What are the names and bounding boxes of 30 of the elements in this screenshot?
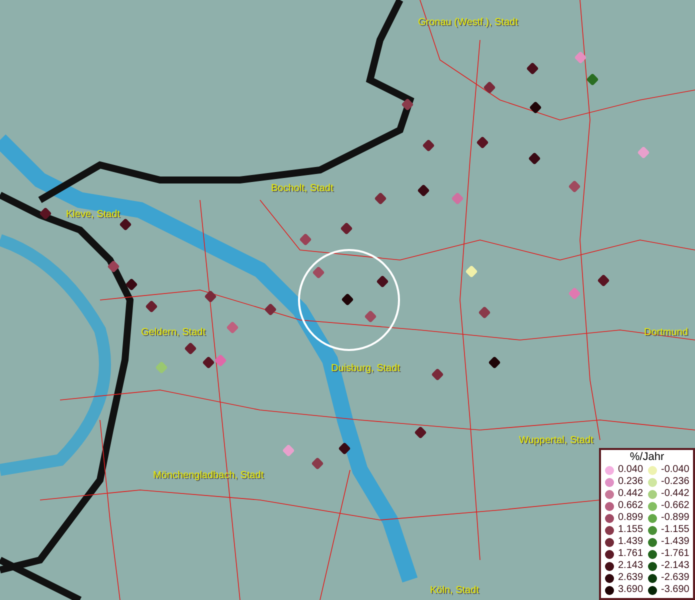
legend-value: -1.155 (661, 525, 690, 535)
legend-value: 0.662 (618, 501, 644, 511)
city-label: Wuppertal, Stadt (519, 436, 594, 446)
city-label: Geldern, Stadt (141, 328, 206, 338)
legend-value: 1.761 (618, 549, 644, 559)
legend-value: -2.639 (661, 573, 690, 583)
legend-value: -0.899 (661, 513, 690, 523)
legend-value: 0.442 (618, 489, 644, 499)
legend-value: -0.236 (661, 477, 690, 487)
legend-value: 2.639 (618, 573, 644, 583)
legend-value: 1.439 (618, 537, 644, 547)
city-label: Duisburg, Stadt (331, 364, 400, 374)
city-label: Kleve, Stadt (66, 210, 120, 220)
city-label: Bocholt, Stadt (271, 184, 334, 194)
legend-value: 0.040 (618, 465, 644, 475)
legend-value: -3.690 (661, 585, 690, 595)
legend-value: 3.690 (618, 585, 644, 595)
city-label: Köln, Stadt (430, 586, 479, 596)
legend-value: -1.761 (661, 549, 690, 559)
legend-value: 1.155 (618, 525, 644, 535)
legend-value: -1.439 (661, 537, 690, 547)
legend-value: -2.143 (661, 561, 690, 571)
legend-value: 2.143 (618, 561, 644, 571)
legend-value: -0.662 (661, 501, 690, 511)
legend-title: %/Jahr (628, 450, 666, 464)
city-label: Dortmund (644, 328, 688, 338)
legend-value: 0.899 (618, 513, 644, 523)
legend-value: -0.442 (661, 489, 690, 499)
legend-value: 0.236 (618, 477, 644, 487)
legend-value: -0.040 (661, 465, 690, 475)
